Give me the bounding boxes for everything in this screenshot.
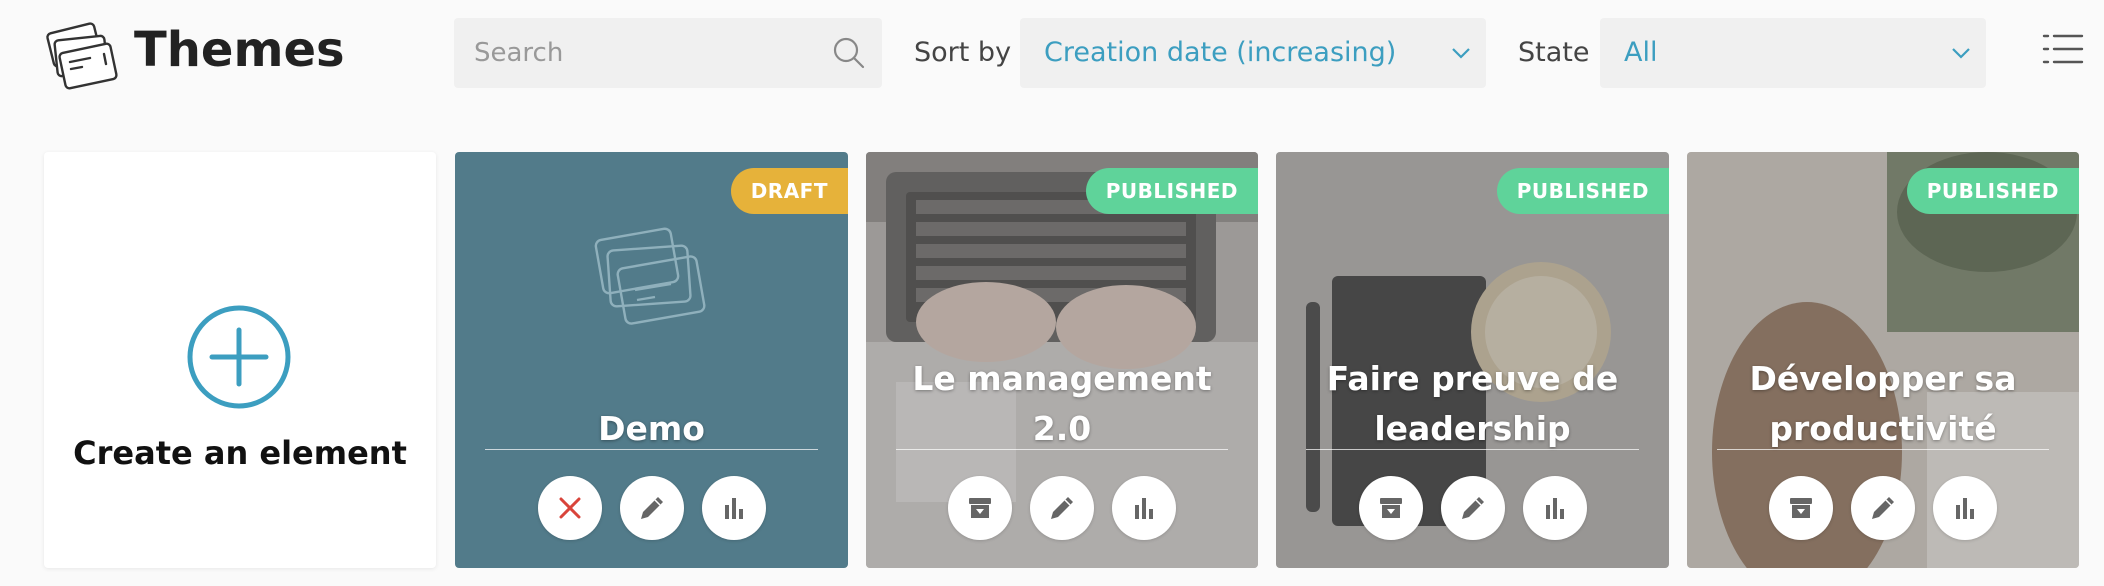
archive-button[interactable] [1769,476,1833,540]
archive-icon [1790,498,1812,518]
sort-label: Sort by [914,37,1012,68]
sort-select-value: Creation date (increasing) [1044,37,1397,68]
search-icon[interactable] [832,36,866,70]
state-select[interactable]: All [1600,18,1986,88]
card-divider [896,449,1228,450]
card-actions [866,476,1258,540]
add-circle-icon[interactable] [186,304,292,410]
theme-card-management[interactable]: PUBLISHED Le management 2.0 [866,152,1258,568]
pencil-icon [1872,497,1894,519]
card-title: Développer sa productivité [1717,354,2049,454]
card-title-line-2: leadership [1374,409,1571,448]
theme-card-productivity[interactable]: PUBLISHED Développer sa productivité [1687,152,2079,568]
page-title: Themes [134,22,345,78]
card-title-line-2: productivité [1769,409,1997,448]
pencil-icon [1051,497,1073,519]
top-bar: Themes Sort by Creation date (increasing… [0,0,2104,110]
create-element-card[interactable]: Create an element [44,152,436,568]
card-title-line-1: Développer sa [1749,359,2017,398]
card-actions [455,476,848,540]
chevron-down-icon [1952,48,1970,59]
archive-button[interactable] [1358,476,1423,540]
card-title: Le management 2.0 [912,359,1212,448]
close-icon [559,497,580,519]
theme-placeholder-icon [594,227,706,325]
status-badge: PUBLISHED [1496,168,1669,214]
create-element-label: Create an element [73,434,407,472]
bar-chart-icon [1956,498,1974,519]
status-badge: PUBLISHED [1906,168,2079,214]
card-actions [1276,476,1669,540]
card-divider [1306,449,1639,450]
card-divider [485,449,818,450]
card-divider [1717,449,2049,450]
theme-card-demo[interactable]: DRAFT Demo [455,152,848,568]
edit-button[interactable] [1030,476,1094,540]
card-title: Demo [598,409,705,448]
card-title: Faire preuve de leadership [1306,354,1639,454]
pencil-icon [640,497,663,519]
theme-card-leadership[interactable]: PUBLISHED Faire preuve de leadership [1276,152,1669,568]
bar-chart-icon [724,498,743,519]
list-view-icon[interactable] [2042,32,2084,66]
archive-icon [1379,498,1402,518]
status-badge: DRAFT [730,168,848,214]
state-label: State [1518,37,1590,68]
stats-button[interactable] [1522,476,1587,540]
pencil-icon [1461,497,1484,519]
edit-button[interactable] [1851,476,1915,540]
stats-button[interactable] [1933,476,1997,540]
card-title-line-1: Faire preuve de [1326,359,1619,398]
themes-logo-icon [46,22,118,90]
edit-button[interactable] [1440,476,1505,540]
bar-chart-icon [1545,498,1564,519]
delete-button[interactable] [537,476,602,540]
stats-button[interactable] [701,476,766,540]
archive-icon [969,498,991,518]
edit-button[interactable] [619,476,684,540]
search-box[interactable] [454,18,882,88]
state-select-value: All [1624,37,1658,68]
status-badge: PUBLISHED [1085,168,1258,214]
card-actions [1687,476,2079,540]
chevron-down-icon [1452,48,1470,59]
bar-chart-icon [1135,498,1153,519]
stats-button[interactable] [1112,476,1176,540]
search-input[interactable] [472,37,822,69]
archive-button[interactable] [948,476,1012,540]
sort-select[interactable]: Creation date (increasing) [1020,18,1486,88]
